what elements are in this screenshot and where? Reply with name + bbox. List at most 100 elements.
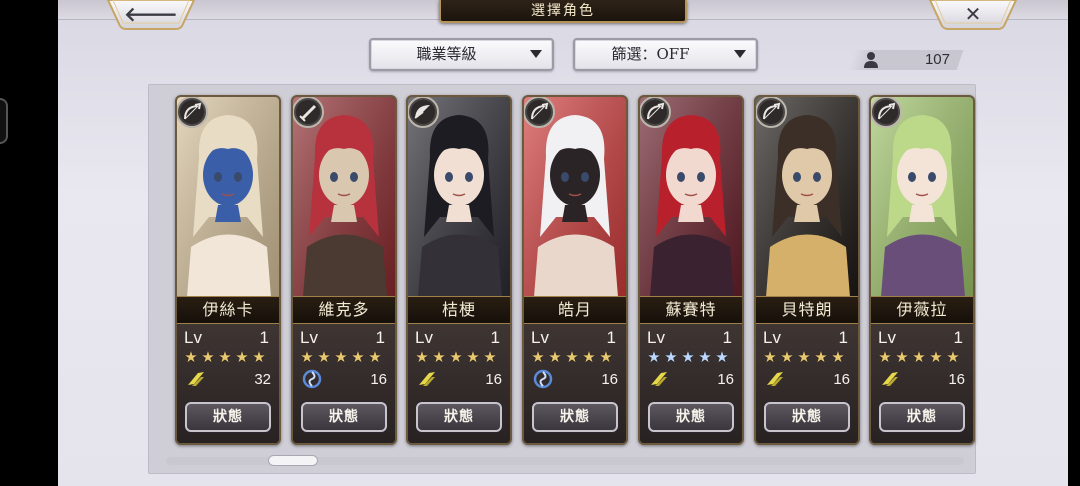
character-card[interactable]: 伊絲卡 Lv 1 ★ ★ ★ ★ ★ 32 狀態 (175, 95, 281, 445)
level-value: 1 (953, 328, 963, 347)
status-button[interactable]: 狀態 (301, 402, 387, 432)
back-button[interactable]: 🡐 (106, 0, 196, 30)
rarity-star-icon: ★ (184, 348, 199, 366)
rarity-star-icon: ★ (895, 348, 910, 366)
rarity-star-icon: ★ (929, 348, 944, 366)
close-button[interactable]: ✕ (928, 0, 1018, 30)
rarity-star-icon: ★ (681, 348, 696, 366)
element-value: 32 (254, 371, 271, 388)
rarity-star-icon: ★ (763, 348, 778, 366)
rarity-stars: ★ ★ ★ ★ ★ (183, 348, 268, 366)
character-select-screen: 🡐 選擇角色 ✕ 職業等級 篩選：OFF 107 伊絲卡 Lv 1 ★ ★ ★ ★ ★ 32 狀態… (58, 0, 1068, 486)
rarity-stars: ★ ★ ★ ★ ★ (299, 348, 384, 366)
level-label: Lv (531, 328, 549, 347)
rarity-star-icon: ★ (565, 348, 580, 366)
status-button[interactable]: 狀態 (532, 402, 618, 432)
rarity-star-icon: ★ (912, 348, 927, 366)
rarity-star-icon: ★ (797, 348, 812, 366)
rarity-star-icon: ★ (466, 348, 481, 366)
status-button[interactable]: 狀態 (879, 402, 965, 432)
status-button[interactable]: 狀態 (185, 402, 271, 432)
character-card[interactable]: 桔梗 Lv 1 ★ ★ ★ ★ ★ 16 狀態 (406, 95, 512, 445)
level-value: 1 (490, 328, 500, 347)
status-button[interactable]: 狀態 (764, 402, 850, 432)
rarity-star-icon: ★ (664, 348, 679, 366)
character-name-bar: 桔梗 (408, 296, 510, 324)
page-title: 選擇角色 (531, 3, 595, 19)
rarity-star-icon: ★ (946, 348, 961, 366)
rarity-star-icon: ★ (878, 348, 893, 366)
character-stats: Lv 1 ★ ★ ★ ★ ★ 16 狀態 (640, 324, 742, 443)
filter-dropdown-label: 篩選：OFF (611, 45, 690, 63)
status-button-label: 狀態 (329, 409, 359, 425)
character-name: 皓月 (557, 300, 592, 319)
device-notch (0, 98, 8, 144)
rarity-stars: ★ ★ ★ ★ ★ (414, 348, 499, 366)
rarity-star-icon: ★ (432, 348, 447, 366)
person-icon (864, 52, 878, 68)
character-name-bar: 伊絲卡 (177, 296, 279, 324)
level-value: 1 (259, 328, 269, 347)
status-button[interactable]: 狀態 (648, 402, 734, 432)
character-card[interactable]: 皓月 Lv 1 ★ ★ ★ ★ ★ 16 狀態 (522, 95, 628, 445)
status-button-label: 狀態 (560, 409, 590, 425)
character-name: 伊絲卡 (202, 300, 254, 319)
character-stats: Lv 1 ★ ★ ★ ★ ★ 16 狀態 (756, 324, 858, 443)
rarity-star-icon: ★ (780, 348, 795, 366)
rarity-star-icon: ★ (201, 348, 216, 366)
rarity-star-icon: ★ (647, 348, 662, 366)
character-stats: Lv 1 ★ ★ ★ ★ ★ 32 狀態 (177, 324, 279, 443)
close-icon: ✕ (964, 2, 982, 26)
character-stats: Lv 1 ★ ★ ★ ★ ★ 16 狀態 (293, 324, 395, 443)
element-value: 16 (485, 371, 502, 388)
character-card[interactable]: 維克多 Lv 1 ★ ★ ★ ★ ★ 16 狀態 (291, 95, 397, 445)
level-label: Lv (647, 328, 665, 347)
element-value: 16 (948, 371, 965, 388)
chevron-down-icon (734, 50, 746, 58)
character-name: 蘇賽特 (665, 300, 717, 319)
rarity-star-icon: ★ (814, 348, 829, 366)
character-name-bar: 貝特朗 (756, 296, 858, 324)
character-card[interactable]: 蘇賽特 Lv 1 ★ ★ ★ ★ ★ 16 狀態 (638, 95, 744, 445)
rarity-star-icon: ★ (334, 348, 349, 366)
rarity-star-icon: ★ (582, 348, 597, 366)
rarity-star-icon: ★ (715, 348, 730, 366)
rarity-star-icon: ★ (531, 348, 546, 366)
device-bezel-left (0, 0, 58, 486)
character-card[interactable]: 貝特朗 Lv 1 ★ ★ ★ ★ ★ 16 狀態 (754, 95, 860, 445)
level-label: Lv (300, 328, 318, 347)
title-plate: 選擇角色 (439, 0, 687, 23)
element-value: 16 (833, 371, 850, 388)
character-name: 伊薇拉 (896, 300, 948, 319)
character-name-bar: 皓月 (524, 296, 626, 324)
rarity-star-icon: ★ (483, 348, 498, 366)
rarity-stars: ★ ★ ★ ★ ★ (877, 348, 962, 366)
level-value: 1 (375, 328, 385, 347)
rarity-star-icon: ★ (415, 348, 430, 366)
rarity-star-icon: ★ (235, 348, 250, 366)
rarity-stars: ★ ★ ★ ★ ★ (762, 348, 847, 366)
element-value: 16 (601, 371, 618, 388)
roster-count: 107 (924, 51, 950, 68)
back-arrow-icon: 🡐 (124, 2, 178, 26)
sort-dropdown[interactable]: 職業等級 (369, 38, 554, 71)
rarity-star-icon: ★ (599, 348, 614, 366)
element-value: 16 (370, 371, 387, 388)
status-button[interactable]: 狀態 (416, 402, 502, 432)
scrollbar-thumb[interactable] (268, 455, 318, 466)
character-stats: Lv 1 ★ ★ ★ ★ ★ 16 狀態 (408, 324, 510, 443)
character-name-bar: 伊薇拉 (871, 296, 973, 324)
status-button-label: 狀態 (676, 409, 706, 425)
character-card[interactable]: 伊薇拉 Lv 1 ★ ★ ★ ★ ★ 16 狀態 (869, 95, 975, 445)
sort-dropdown-label: 職業等級 (416, 45, 477, 63)
character-name-bar: 蘇賽特 (640, 296, 742, 324)
filter-dropdown[interactable]: 篩選：OFF (573, 38, 758, 71)
level-label: Lv (763, 328, 781, 347)
status-button-label: 狀態 (213, 409, 243, 425)
rarity-stars: ★ ★ ★ ★ ★ (646, 348, 731, 366)
rarity-star-icon: ★ (300, 348, 315, 366)
rarity-star-icon: ★ (218, 348, 233, 366)
rarity-star-icon: ★ (548, 348, 563, 366)
chevron-down-icon (530, 50, 542, 58)
level-label: Lv (415, 328, 433, 347)
